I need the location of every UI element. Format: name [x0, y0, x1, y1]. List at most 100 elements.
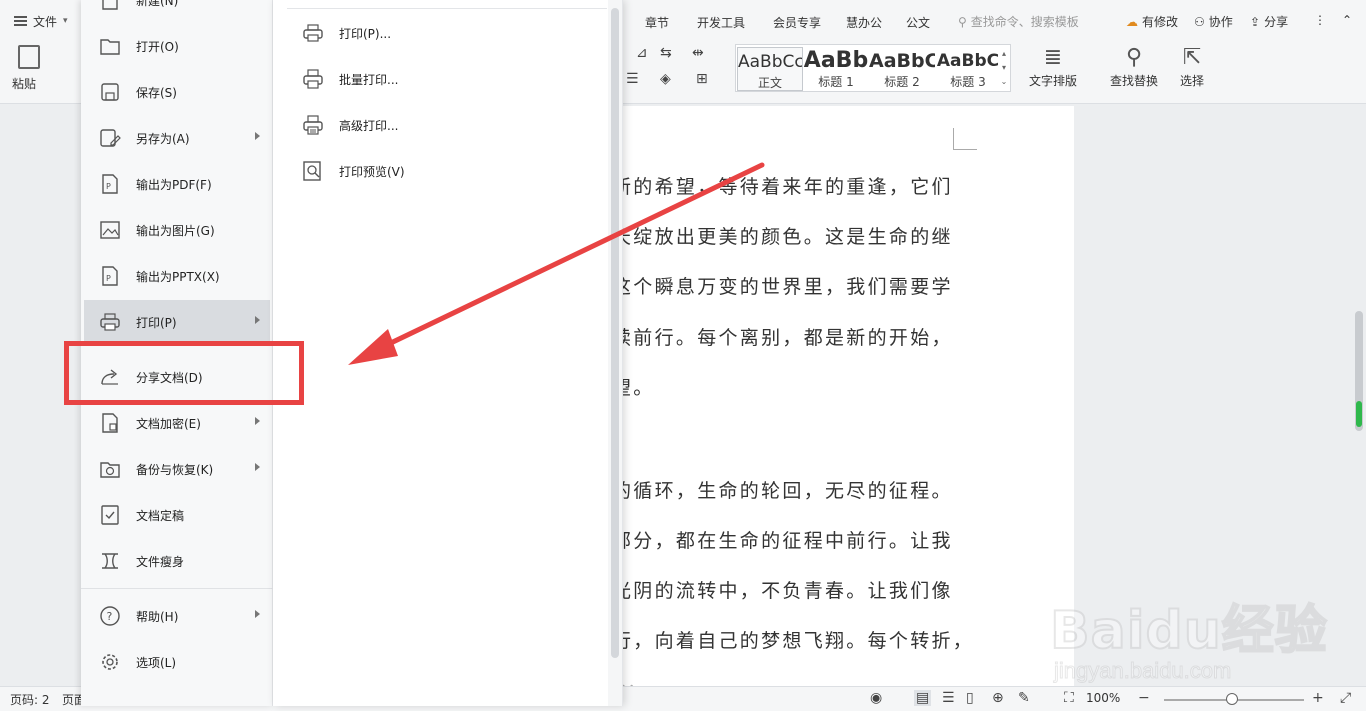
zoom-slider-handle[interactable]	[1226, 693, 1238, 705]
style-name: 标题 1	[818, 75, 854, 89]
border-icon[interactable]: ⊞	[696, 71, 708, 87]
settings-icon	[97, 650, 123, 674]
shading-icon[interactable]: ◈	[660, 71, 671, 87]
find-replace-label: 查找替换	[1109, 74, 1158, 88]
doc-line: 行，向着自己的梦想飞翔。每个转折，	[612, 630, 975, 652]
submenu-scroll-thumb[interactable]	[611, 8, 619, 658]
menu-save[interactable]: 保存(S)	[84, 70, 270, 114]
submenu-print-preview[interactable]: 打印预览(V)	[301, 156, 405, 186]
submenu-label: 打印(P)...	[339, 26, 392, 41]
command-search[interactable]: ⚲ 查找命令、搜索模板	[958, 13, 1079, 30]
file-menu-label: 文件	[33, 14, 58, 29]
select-label: 选择	[1179, 74, 1204, 88]
advanced-printer-icon	[301, 113, 325, 137]
menu-label: 输出为PDF(F)	[136, 177, 212, 192]
menu-print[interactable]: 打印(P)	[84, 300, 270, 344]
line-spacing-icon[interactable]: ⊿	[636, 45, 648, 61]
image-icon	[97, 218, 123, 242]
collab-button[interactable]: ⚇ 协作	[1194, 13, 1233, 30]
baidu-watermark: Baidu经验 jingyan.baidu.com	[1049, 576, 1328, 686]
menu-finalize[interactable]: 文档定稿	[84, 493, 270, 537]
menu-help[interactable]: ? 帮助(H)	[84, 594, 270, 638]
submenu-label: 批量打印...	[339, 72, 399, 87]
menu-encrypt[interactable]: 文档加密(E)	[84, 401, 270, 445]
distribute-icon[interactable]: ⇹	[692, 45, 704, 61]
submenu-label: 高级打印...	[339, 118, 399, 133]
style-sample: AaBbCcI	[738, 52, 803, 72]
submenu-arrow-icon	[255, 316, 260, 324]
save-icon	[97, 80, 123, 104]
zoom-level[interactable]: 100%	[1086, 691, 1120, 705]
select-button[interactable]: ⇱ 选择	[1174, 44, 1210, 89]
pen-icon[interactable]: ✎	[1018, 690, 1030, 706]
find-replace-button[interactable]: ⚲ 查找替换	[1104, 44, 1164, 89]
paste-label[interactable]: 粘贴	[12, 75, 36, 92]
menu-export-image[interactable]: 输出为图片(G)	[84, 208, 270, 252]
menu-slim-file[interactable]: 文件瘦身	[84, 539, 270, 583]
styles-scroll[interactable]: ▴ ▾ ⌄	[1000, 47, 1008, 91]
doc-line: 续前行。每个离别，都是新的开始，	[612, 327, 953, 349]
svg-text:P: P	[106, 182, 111, 191]
share-top-button[interactable]: ⇪ 分享	[1250, 13, 1288, 30]
collapse-ribbon-icon[interactable]: ⌃	[1342, 13, 1352, 27]
revise-label: 有修改	[1142, 15, 1179, 29]
read-mode-icon[interactable]: ▯	[966, 690, 974, 706]
web-view-icon[interactable]: ⊕	[992, 690, 1004, 706]
outline-view-icon[interactable]: ☰	[942, 690, 955, 706]
menu-export-pptx[interactable]: P 输出为PPTX(X)	[84, 254, 270, 298]
list-icon[interactable]: ☰	[626, 71, 639, 87]
eye-icon[interactable]: ◉	[870, 690, 882, 706]
style-heading-1[interactable]: AaBb 标题 1	[803, 47, 869, 91]
style-normal[interactable]: AaBbCcI 正文	[737, 47, 803, 91]
styles-gallery: AaBbCcI 正文 AaBb 标题 1 AaBbC 标题 2 AaBbC 标题…	[735, 44, 1011, 92]
print-submenu: 打印(P)... 批量打印... 高级打印... 打印预览(V)	[273, 0, 623, 706]
tab-smart-office[interactable]: 慧办公	[846, 14, 882, 31]
menu-options[interactable]: 选项(L)	[84, 640, 270, 684]
menu-label: 文件瘦身	[136, 554, 185, 569]
file-menu-button[interactable]: 文件 ▾	[8, 10, 74, 32]
zoom-out-icon[interactable]: −	[1138, 690, 1150, 706]
menu-new[interactable]: 新建(N)	[84, 0, 270, 22]
more-icon[interactable]: ⋮	[1314, 13, 1326, 27]
svg-text:?: ?	[107, 610, 113, 623]
fit-page-icon[interactable]: ⛶	[1064, 690, 1074, 706]
menu-open[interactable]: 打开(O)	[84, 24, 270, 68]
tab-official-doc[interactable]: 公文	[906, 14, 930, 31]
submenu-advanced-print[interactable]: 高级打印...	[301, 110, 398, 140]
menu-save-as[interactable]: 另存为(A)	[84, 116, 270, 160]
menu-export-pdf[interactable]: P 输出为PDF(F)	[84, 162, 270, 206]
style-heading-2[interactable]: AaBbC 标题 2	[869, 47, 935, 91]
menu-backup-restore[interactable]: 备份与恢复(K)	[84, 447, 270, 491]
tab-developer[interactable]: 开发工具	[697, 14, 745, 31]
submenu-print[interactable]: 打印(P)...	[301, 18, 391, 48]
style-name: 正文	[757, 76, 782, 90]
finalize-icon	[97, 503, 123, 527]
text-layout-button[interactable]: ≣ 文字排版	[1026, 44, 1080, 89]
style-sample: AaBbC	[936, 51, 1000, 71]
style-sample: AaBb	[803, 48, 869, 73]
revise-button[interactable]: ☁ 有修改	[1126, 13, 1178, 30]
document-scrollbar[interactable]	[1352, 106, 1366, 686]
zoom-in-icon[interactable]: +	[1312, 690, 1324, 706]
menu-divider	[81, 588, 273, 589]
doc-line: 新的希望，等待着来年的重逢，它们	[612, 176, 953, 198]
doc-line: 天绽放出更美的颜色。这是生命的继	[612, 226, 953, 248]
collab-icon: ⚇	[1194, 14, 1205, 29]
style-heading-3[interactable]: AaBbC 标题 3	[935, 47, 1001, 91]
text-layout-icon: ≣	[1043, 45, 1063, 70]
page-number[interactable]: 页码: 2	[10, 691, 50, 708]
tab-chapter[interactable]: 章节	[645, 14, 669, 31]
tab-member[interactable]: 会员专享	[773, 14, 821, 31]
printer-icon	[97, 310, 123, 334]
page-view-icon[interactable]: ▤	[914, 690, 932, 706]
indent-icon[interactable]: ⇆	[660, 45, 672, 61]
paste-icon[interactable]	[18, 45, 40, 69]
submenu-batch-print[interactable]: 批量打印...	[301, 64, 398, 94]
pptx-icon: P	[97, 264, 123, 288]
margin-corner-mark	[953, 128, 977, 150]
print-preview-icon	[301, 159, 325, 183]
folder-icon	[97, 34, 123, 58]
submenu-scrollbar[interactable]	[608, 0, 622, 706]
expand-icon[interactable]: ⤢	[1340, 690, 1351, 706]
submenu-arrow-icon	[255, 463, 260, 471]
